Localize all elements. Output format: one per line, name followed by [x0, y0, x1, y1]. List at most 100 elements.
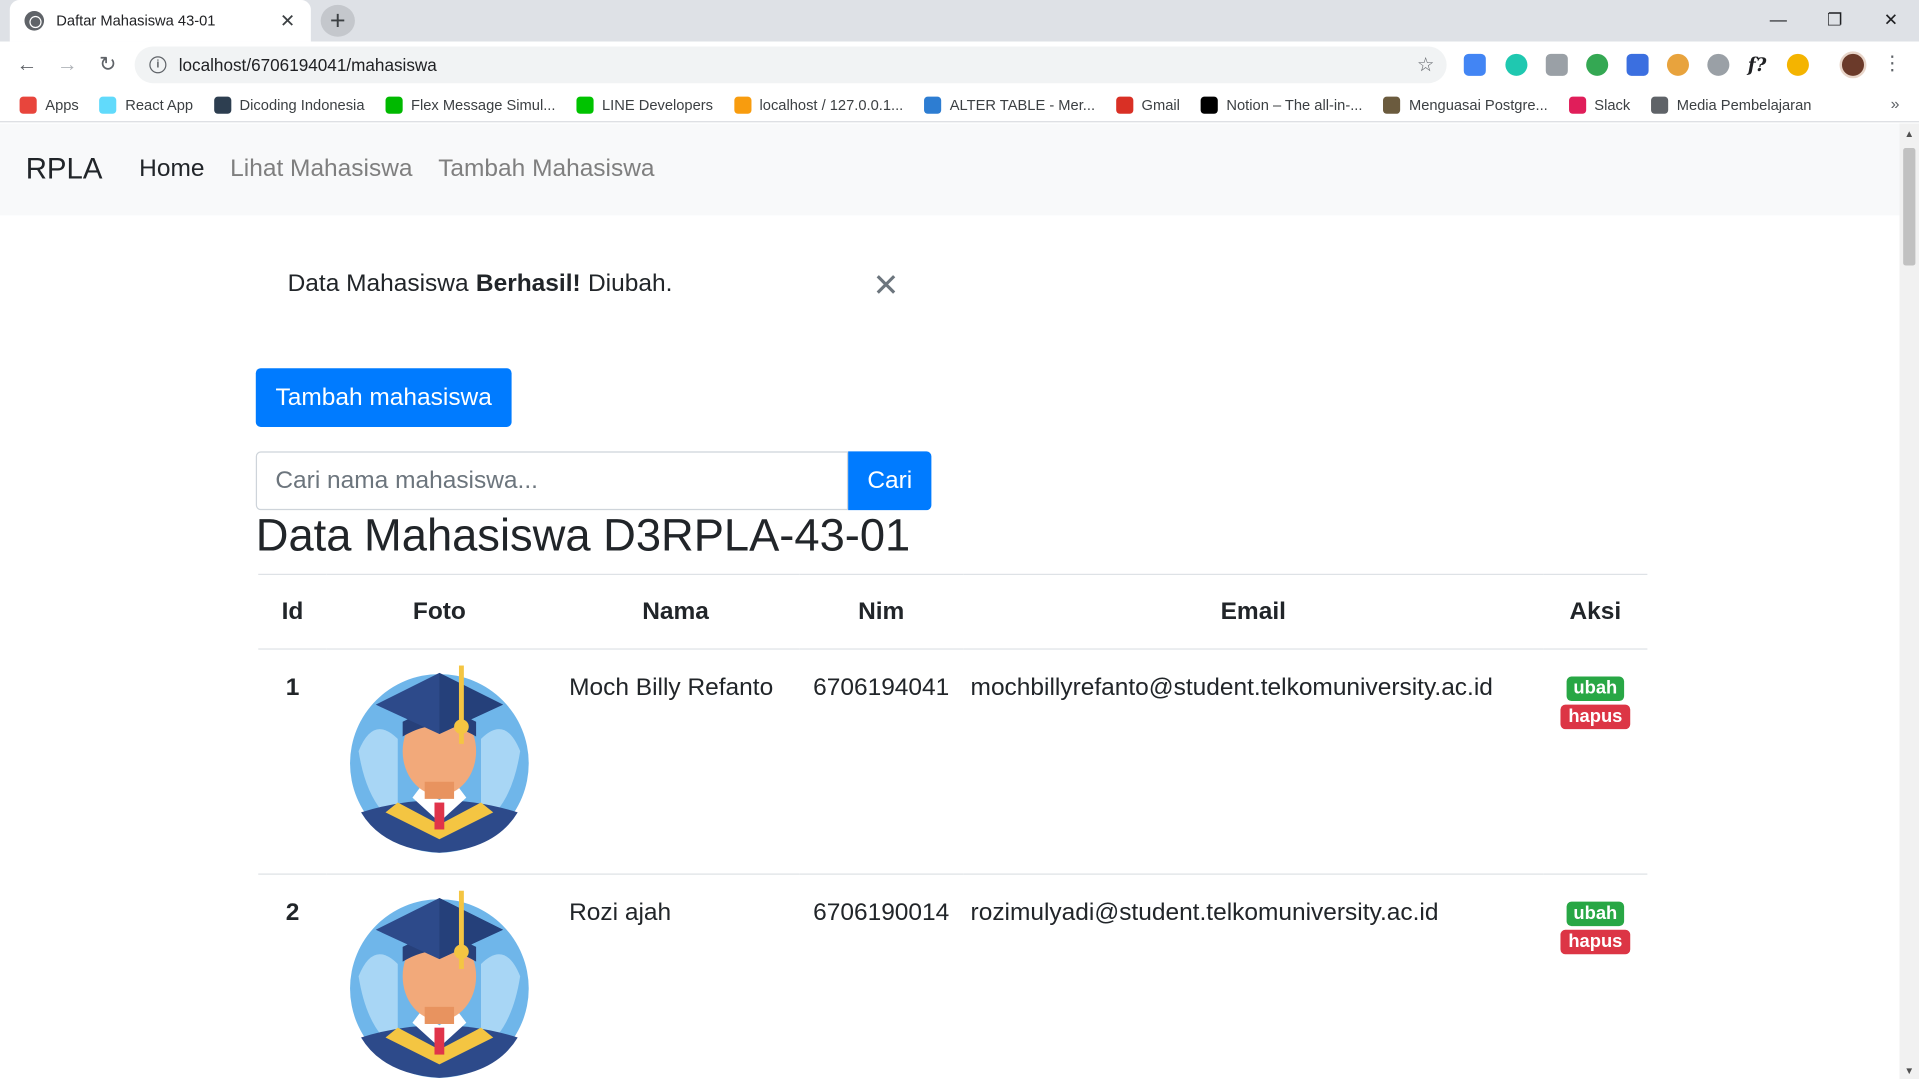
bookmark-favicon-icon [924, 96, 942, 114]
bookmark-item[interactable]: Media Pembelajaran [1651, 96, 1812, 114]
table-row: 2 Rozi ajah 6706190014 rozimulyadi@stude… [258, 874, 1648, 1079]
bookmark-item[interactable]: localhost / 127.0.0.1... [733, 96, 904, 114]
menu-kebab-icon[interactable]: ⋮ [1882, 51, 1902, 75]
nav-tambah-mahasiswa[interactable]: Tambah Mahasiswa [438, 155, 654, 183]
graduate-avatar-image [350, 665, 529, 853]
bookmark-favicon-icon [733, 96, 751, 114]
bookmarks-bar: Apps React App Dicoding Indonesia Flex Mess… [0, 88, 1919, 123]
nav-home[interactable]: Home [139, 155, 204, 183]
browser-tab[interactable]: Daftar Mahasiswa 43-01 ✕ [9, 0, 311, 42]
bookmark-favicon-icon [213, 96, 231, 114]
cell-nama: Rozi ajah [551, 874, 800, 1079]
bookmarks-overflow-icon[interactable]: » [1891, 94, 1900, 112]
header-nama: Nama [551, 573, 800, 650]
bookmark-item[interactable]: Apps [19, 96, 79, 114]
url-text[interactable]: localhost/6706194041/mahasiswa [179, 55, 1417, 75]
bookmark-item[interactable]: Menguasai Postgre... [1383, 96, 1548, 114]
cell-id: 1 [258, 649, 327, 875]
page-scrollbar[interactable]: ▲ ▼ [1899, 123, 1919, 1079]
bookmark-favicon-icon [576, 96, 594, 114]
bookmark-item[interactable]: React App [99, 96, 194, 114]
cell-id: 2 [258, 874, 327, 1079]
success-alert: Data Mahasiswa Berhasil! Diubah. ✕ [256, 252, 917, 316]
scroll-down-icon[interactable]: ▼ [1904, 1066, 1914, 1077]
extension-icon[interactable] [1545, 53, 1568, 76]
nav-lihat-mahasiswa[interactable]: Lihat Mahasiswa [230, 155, 412, 183]
profile-avatar[interactable] [1839, 51, 1867, 79]
delete-button[interactable]: hapus [1560, 704, 1630, 730]
bookmark-label: Apps [45, 96, 79, 114]
extension-icon[interactable] [1626, 53, 1649, 76]
edit-button[interactable]: ubah [1566, 676, 1625, 702]
address-bar[interactable]: i localhost/6706194041/mahasiswa ☆ [134, 46, 1447, 84]
bookmark-favicon-icon [1651, 96, 1669, 114]
cell-nim: 6706190014 [799, 874, 964, 1079]
scroll-thumb[interactable] [1903, 148, 1916, 266]
bookmark-favicon-icon [1568, 96, 1586, 114]
bookmark-favicon-icon [1115, 96, 1133, 114]
extension-icon[interactable] [1505, 53, 1528, 76]
bookmark-label: React App [125, 96, 194, 114]
header-email: Email [963, 573, 1544, 650]
table-row: 1 Moch Billy Refanto 6706194041 mochbill… [258, 649, 1648, 875]
page-title: Data Mahasiswa D3RPLA-43-01 [255, 510, 911, 561]
cell-email: rozimulyadi@student.telkomuniversity.ac.… [963, 874, 1544, 1079]
extension-icon[interactable] [1786, 53, 1809, 76]
site-navbar: RPLA Home Lihat Mahasiswa Tambah Mahasis… [0, 123, 1900, 216]
gear-extension-icon[interactable] [1707, 53, 1730, 76]
formula-extension-icon[interactable]: f? [1748, 54, 1770, 76]
bookmark-label: ALTER TABLE - Mer... [949, 96, 1096, 114]
bookmark-label: Menguasai Postgre... [1408, 96, 1548, 114]
cookie-extension-icon[interactable] [1666, 53, 1689, 76]
alert-text-strong: Berhasil! [475, 269, 581, 297]
minimize-icon[interactable]: — [1750, 0, 1806, 39]
bookmark-item[interactable]: Slack [1568, 96, 1631, 114]
tab-title: Daftar Mahasiswa 43-01 [56, 12, 216, 30]
close-tab-icon[interactable]: ✕ [277, 10, 299, 32]
add-student-button[interactable]: Tambah mahasiswa [255, 368, 512, 427]
close-icon[interactable]: ✕ [873, 267, 900, 305]
bookmark-label: Media Pembelajaran [1676, 96, 1812, 114]
bookmark-item[interactable]: LINE Developers [576, 96, 714, 114]
restore-icon[interactable]: ❐ [1806, 0, 1862, 39]
globe-icon [24, 11, 45, 31]
bookmark-item[interactable]: Flex Message Simul... [385, 96, 556, 114]
alert-text-suffix: Diubah. [588, 269, 673, 297]
header-id: Id [258, 573, 327, 650]
reload-icon[interactable]: ↻ [92, 50, 124, 79]
bookmark-label: Dicoding Indonesia [239, 96, 365, 114]
window-close-icon[interactable]: ✕ [1863, 0, 1919, 39]
cell-aksi: ubah hapus [1543, 649, 1648, 875]
bookmark-star-icon[interactable]: ☆ [1417, 53, 1435, 77]
cell-nama: Moch Billy Refanto [551, 649, 800, 875]
delete-button[interactable]: hapus [1560, 929, 1630, 955]
new-tab-button[interactable]: + [320, 4, 355, 37]
bookmark-item[interactable]: ALTER TABLE - Mer... [924, 96, 1096, 114]
header-nim: Nim [799, 573, 964, 650]
header-aksi: Aksi [1543, 573, 1648, 650]
cell-email: mochbillyrefanto@student.telkomuniversit… [963, 649, 1544, 875]
info-icon[interactable]: i [149, 56, 167, 74]
translate-extension-icon[interactable] [1463, 53, 1486, 76]
extension-icon[interactable] [1586, 53, 1609, 76]
bookmark-label: localhost / 127.0.0.1... [759, 96, 904, 114]
bookmark-label: Flex Message Simul... [411, 96, 556, 114]
scroll-up-icon[interactable]: ▲ [1904, 128, 1914, 139]
edit-button[interactable]: ubah [1566, 901, 1625, 927]
search-input[interactable] [255, 451, 849, 511]
bookmark-label: Slack [1594, 96, 1631, 114]
bookmark-label: LINE Developers [601, 96, 714, 114]
search-button[interactable]: Cari [848, 451, 932, 511]
search-form: Cari [255, 451, 932, 511]
bookmark-item[interactable]: Dicoding Indonesia [213, 96, 365, 114]
students-table: Id Foto Nama Nim Email Aksi 1 Moch Billy… [258, 573, 1648, 1079]
alert-text-prefix: Data Mahasiswa [287, 269, 469, 297]
cell-foto [326, 874, 552, 1079]
bookmark-item[interactable]: Gmail [1115, 96, 1180, 114]
page-content: RPLA Home Lihat Mahasiswa Tambah Mahasis… [0, 123, 1900, 1079]
bookmark-favicon-icon [99, 96, 117, 114]
forward-icon[interactable]: → [51, 50, 83, 79]
bookmark-item[interactable]: Notion – The all-in-... [1200, 96, 1362, 114]
navbar-brand[interactable]: RPLA [26, 152, 103, 186]
back-icon[interactable]: ← [11, 50, 43, 79]
